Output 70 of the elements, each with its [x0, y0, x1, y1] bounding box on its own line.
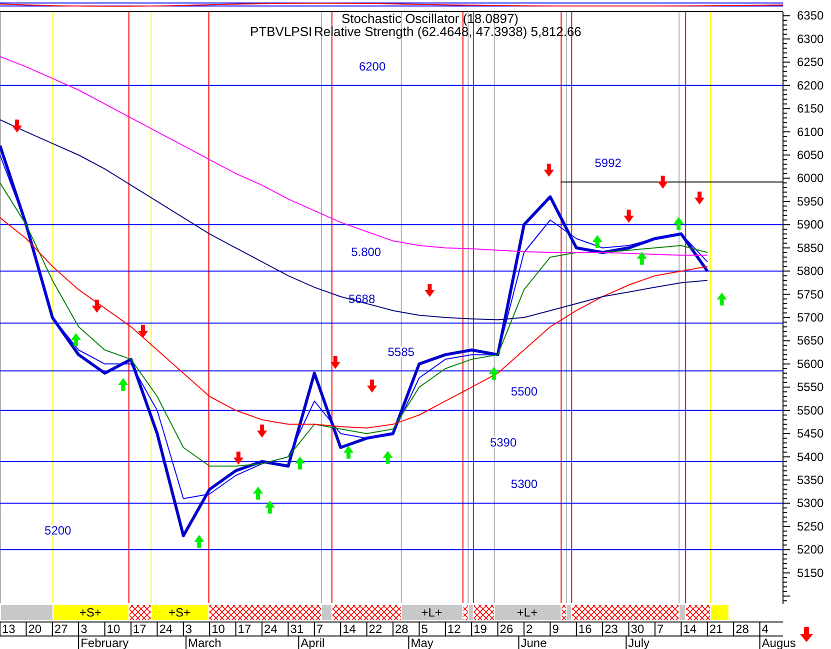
signal-label: +L+	[516, 606, 538, 620]
date-tick-label: 9	[552, 622, 559, 636]
level-label: 5500	[510, 384, 538, 398]
date-tick-label: 16	[578, 622, 592, 636]
date-tick-label: 14	[683, 622, 697, 636]
price-tick-label: 5350	[797, 473, 824, 488]
price-tick-label: 5900	[797, 218, 824, 232]
symbol-name: PTBVLPSI	[250, 24, 312, 39]
price-tick-label: 5750	[797, 287, 824, 302]
month-label: June	[520, 636, 547, 649]
price-tick-label: 5550	[797, 380, 824, 394]
signal-label: +S+	[79, 606, 102, 620]
price-tick-label: 5150	[797, 566, 824, 580]
date-tick-label: 24	[264, 622, 278, 636]
date-tick-label: 22	[368, 622, 382, 636]
level-label: 5390	[490, 435, 517, 450]
date-tick-label: 5	[421, 622, 428, 636]
date-tick-label: 12	[447, 622, 461, 636]
date-tick-label: 23	[604, 622, 618, 636]
price-tick-label: 5200	[797, 542, 824, 557]
date-tick-label: 26	[500, 622, 514, 636]
price-tick-label: 5650	[797, 334, 824, 348]
price-tick-label: 5250	[797, 519, 824, 534]
date-tick-label: 27	[54, 622, 68, 636]
date-tick-label: 30	[630, 622, 644, 636]
date-tick-label: 7	[657, 622, 664, 636]
level-label: 5300	[510, 477, 538, 492]
date-tick-label: 24	[159, 622, 173, 636]
date-tick-label: 3	[80, 622, 88, 636]
date-tick-label: 13	[2, 622, 16, 636]
price-tick-label: 5700	[797, 310, 824, 325]
price-tick-label: 6250	[797, 55, 824, 70]
price-tick-label: 5300	[797, 496, 824, 510]
price-tick-label: 6350	[797, 8, 824, 23]
price-tick-label: 6100	[797, 124, 824, 139]
price-tick-label: 6150	[797, 102, 824, 116]
level-label: 6200	[358, 59, 386, 74]
price-tick-label: 6300	[797, 32, 824, 46]
price-tick-label: 5400	[797, 450, 824, 464]
price-tick-label: 6200	[797, 78, 824, 92]
date-tick-label: 19	[474, 622, 487, 636]
signal-label: +L+	[421, 606, 442, 620]
date-tick-label: 20	[28, 622, 42, 636]
date-tick-label: 17	[133, 622, 146, 636]
date-tick-label: 31	[290, 622, 304, 636]
price-tick-label: 5600	[797, 356, 824, 371]
price-tick-label: 6050	[797, 148, 824, 162]
date-tick-label: 3	[185, 622, 192, 636]
date-tick-label: 14	[342, 622, 356, 636]
date-tick-label: 10	[212, 622, 225, 636]
price-tick-label: 6000	[797, 171, 824, 186]
level-label: 5688	[348, 292, 376, 306]
price-tick-label: 5950	[797, 194, 824, 208]
date-tick-label: 21	[709, 622, 723, 636]
price-tick-label: 5800	[797, 264, 824, 278]
date-tick-label: 17	[238, 622, 252, 636]
date-tick-label: 4	[762, 622, 768, 636]
signal-label: +S+	[168, 606, 190, 620]
date-tick-label: 2	[526, 622, 533, 636]
price-tick-label: 5450	[797, 426, 824, 441]
level-label: 5992	[594, 156, 622, 170]
level-label: 5585	[388, 344, 414, 359]
date-tick-label: 28	[736, 622, 749, 636]
date-tick-label: 28	[395, 622, 408, 636]
level-label: 5.800	[351, 245, 382, 260]
price-tick-label: 5500	[797, 403, 824, 418]
price-tick-label: 5850	[797, 240, 824, 255]
date-tick-label: 10	[106, 622, 120, 636]
date-tick-label: 7	[316, 622, 324, 636]
month-label: March	[188, 636, 222, 649]
